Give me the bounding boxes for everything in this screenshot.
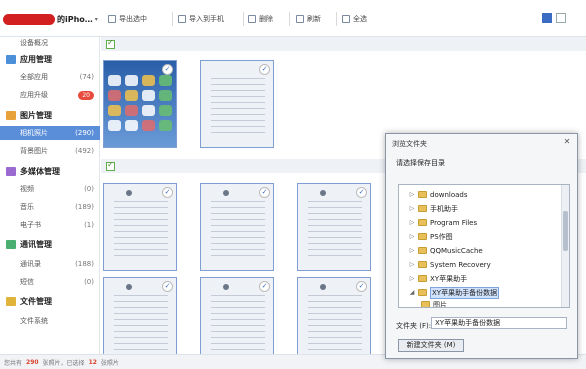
chevron-right-icon: ▷ (409, 191, 415, 198)
folder-icon (418, 261, 427, 268)
list-view-icon[interactable] (556, 13, 566, 23)
date-group-header (101, 37, 586, 51)
folder-field-label: 文件夹 (F): (396, 322, 432, 330)
photo-thumbnail[interactable]: ✓ (200, 277, 274, 365)
sidebar-group-apps: 应用管理 (0, 52, 100, 66)
photo-thumbnail[interactable]: ✓ (297, 183, 371, 271)
dialog-title: 浏览文件夹 (392, 140, 427, 148)
device-selector[interactable]: 的iPho… ▾ (0, 7, 100, 31)
tree-node[interactable]: ▷ XY苹果助手 (409, 272, 467, 285)
check-icon: ✓ (259, 187, 270, 198)
group-checkbox[interactable] (106, 160, 115, 171)
folder-icon (418, 289, 427, 296)
folder-icon (421, 301, 430, 307)
tree-node[interactable]: 图片 (421, 298, 447, 307)
sidebar-group-photos: 图片管理 (0, 108, 100, 122)
sidebar-item-sms[interactable]: 短信 (0) (0, 275, 100, 289)
chevron-right-icon: ▷ (409, 233, 415, 240)
folder-icon (418, 247, 427, 254)
photo-thumbnail[interactable]: ✓ (200, 60, 274, 148)
delete-button[interactable]: 删除 (248, 12, 273, 26)
check-icon: ✓ (162, 281, 173, 292)
trash-icon (248, 15, 256, 23)
browse-folder-dialog: 浏览文件夹 ✕ 请选择保存目录 ▷ downloads ▷ 手机助手 ▷ Progra… (385, 133, 578, 359)
sidebar-item-contacts[interactable]: 通讯录 (188) (0, 257, 100, 271)
new-folder-button[interactable]: 新建文件夹 (M) (398, 339, 464, 352)
import-icon (178, 15, 186, 23)
refresh-icon (296, 15, 304, 23)
sidebar-group-media: 多媒体管理 (0, 164, 100, 178)
chevron-right-icon: ▷ (409, 247, 415, 254)
refresh-button[interactable]: 刷新 (296, 12, 321, 26)
chevron-right-icon: ▷ (409, 275, 415, 282)
check-icon: ✓ (259, 281, 270, 292)
sidebar-item-video[interactable]: 视频 (0) (0, 182, 100, 196)
image-icon (6, 110, 16, 120)
check-icon: ✓ (259, 64, 270, 75)
check-icon: ✓ (162, 64, 173, 75)
folder-icon (418, 275, 427, 282)
select-all-button[interactable]: 全选 (342, 12, 367, 26)
tree-node[interactable]: ▷ Program Files (409, 216, 477, 229)
dialog-prompt: 请选择保存目录 (396, 159, 445, 167)
sidebar-item-music[interactable]: 音乐 (189) (0, 200, 100, 214)
photo-thumbnail[interactable]: ✓ (200, 183, 274, 271)
sidebar-item-ebook[interactable]: 电子书 (1) (0, 218, 100, 232)
checkbox-icon (342, 15, 350, 23)
tree-node[interactable]: ▷ QQMusicCache (409, 244, 483, 257)
tree-node[interactable]: ▷ downloads (409, 188, 468, 201)
group-checkbox[interactable] (106, 38, 115, 49)
folder-icon (6, 296, 16, 306)
chevron-down-icon: ◢ (409, 289, 415, 296)
export-icon (108, 15, 116, 23)
check-icon: ✓ (356, 187, 367, 198)
photo-thumbnail[interactable]: ✓ (103, 60, 177, 148)
view-toggle (542, 13, 566, 23)
grid-view-icon[interactable] (542, 13, 552, 23)
tree-node[interactable]: ▷ System Recovery (409, 258, 491, 271)
tree-node[interactable]: ▷ 手机助手 (409, 202, 458, 215)
sidebar-item-all-apps[interactable]: 全部应用 (74) (0, 70, 100, 84)
sidebar-item-device-overview[interactable]: 设备概况 (0, 36, 100, 50)
folder-name-input[interactable]: XY苹果助手备份数据 (431, 317, 567, 329)
media-icon (6, 166, 16, 176)
status-badge: 20 (78, 90, 94, 100)
folder-icon (418, 233, 427, 240)
chevron-right-icon: ▷ (409, 219, 415, 226)
top-toolbar: 的iPho… ▾ 导出选中 导入到手机 删除 刷新 全选 (0, 0, 586, 37)
apps-icon (6, 54, 16, 64)
export-button[interactable]: 导出选中 (108, 12, 147, 26)
sidebar-item-camera-photos[interactable]: 相机照片 (290) (0, 126, 100, 140)
folder-icon (418, 191, 427, 198)
sidebar-group-files: 文件管理 (0, 294, 100, 308)
photo-thumbnail[interactable]: ✓ (103, 183, 177, 271)
photo-thumbnail[interactable]: ✓ (297, 277, 371, 365)
photo-thumbnail[interactable]: ✓ (103, 277, 177, 365)
sidebar-item-app-updates[interactable]: 应用升级 20 (0, 88, 100, 102)
import-button[interactable]: 导入到手机 (178, 12, 224, 26)
sidebar: 设备概况 应用管理 全部应用 (74) 应用升级 20 图片管理 相机照片 (290)… (0, 37, 100, 354)
tree-node[interactable]: ▷ PS作图 (409, 230, 453, 243)
chevron-right-icon: ▷ (409, 261, 415, 268)
sidebar-group-communication: 通讯管理 (0, 237, 100, 251)
check-icon: ✓ (162, 187, 173, 198)
tree-scrollbar[interactable] (561, 185, 569, 307)
contacts-icon (6, 239, 16, 249)
folder-tree: ▷ downloads ▷ 手机助手 ▷ Program Files ▷ PS作图 ▷ Q… (398, 184, 570, 308)
device-name: 的iPho… (57, 14, 93, 24)
check-icon: ✓ (356, 281, 367, 292)
redacted-device-owner (3, 13, 55, 25)
chevron-down-icon: ▾ (94, 15, 98, 23)
folder-icon (418, 205, 427, 212)
folder-icon (418, 219, 427, 226)
chevron-right-icon: ▷ (409, 205, 415, 212)
sidebar-item-filesystem[interactable]: 文件系统 (0, 314, 100, 328)
close-icon[interactable]: ✕ (562, 137, 572, 147)
sidebar-item-wallpapers[interactable]: 背景图片 (492) (0, 144, 100, 158)
